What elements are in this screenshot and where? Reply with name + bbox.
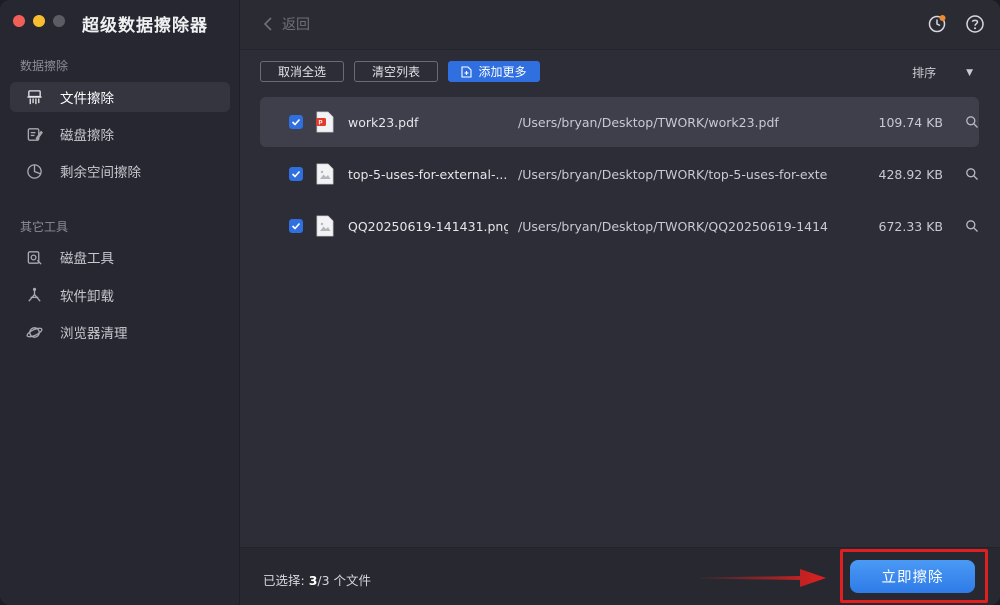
pdf-file-icon: P xyxy=(316,111,334,133)
check-icon xyxy=(291,222,301,230)
image-file-icon xyxy=(316,163,334,185)
app-window: 超级数据擦除器 数据擦除 文件擦除 磁盘擦除 剩余空间擦除 其它工具 磁盘工具 … xyxy=(0,0,1000,605)
file-checkbox[interactable] xyxy=(289,167,303,181)
sidebar: 超级数据擦除器 数据擦除 文件擦除 磁盘擦除 剩余空间擦除 其它工具 磁盘工具 … xyxy=(0,0,240,605)
check-icon xyxy=(291,118,301,126)
sidebar-item-browser-clean[interactable]: 浏览器清理 xyxy=(10,317,230,347)
sidebar-item-disk-tools[interactable]: 磁盘工具 xyxy=(10,242,230,272)
file-checkbox[interactable] xyxy=(289,115,303,129)
help-icon[interactable] xyxy=(965,14,985,34)
main-panel: 返回 取消全选 清空列表 添加更多 排序 ▼ P work23.pdf /Use… xyxy=(240,0,1000,605)
erase-now-button[interactable]: 立即擦除 xyxy=(850,560,975,593)
file-name: work23.pdf xyxy=(348,114,419,130)
search-icon[interactable] xyxy=(965,219,979,233)
top-bar: 返回 xyxy=(240,0,1000,50)
sidebar-item-label: 磁盘工具 xyxy=(60,251,114,267)
back-button[interactable]: 返回 xyxy=(262,14,310,34)
window-controls xyxy=(13,15,65,27)
sidebar-item-uninstall[interactable]: 软件卸载 xyxy=(10,280,230,310)
selection-status: 已选择: 3/3 个文件 xyxy=(263,570,371,589)
add-more-label: 添加更多 xyxy=(478,65,527,79)
sort-label: 排序 xyxy=(912,66,937,80)
file-path: /Users/bryan/Desktop/TWORK/work23.pdf xyxy=(518,114,779,130)
annotation-arrow-icon xyxy=(700,569,826,587)
close-window-button[interactable] xyxy=(13,15,25,27)
app-title: 超级数据擦除器 xyxy=(82,16,208,36)
file-size: 109.74 KB xyxy=(878,114,943,130)
caret-down-icon: ▼ xyxy=(966,67,973,78)
zoom-window-button[interactable] xyxy=(53,15,65,27)
check-icon xyxy=(291,170,301,178)
file-path: /Users/bryan/Desktop/TWORK/top-5-uses-fo… xyxy=(518,166,828,182)
sidebar-item-label: 剩余空间擦除 xyxy=(60,165,141,181)
file-name: QQ20250619-141431.png xyxy=(348,218,508,234)
sidebar-item-label: 软件卸载 xyxy=(60,289,114,305)
file-name: top-5-uses-for-external-... xyxy=(348,166,508,182)
deselect-all-button[interactable]: 取消全选 xyxy=(260,61,344,82)
sidebar-item-label: 文件擦除 xyxy=(60,91,114,107)
search-icon[interactable] xyxy=(965,115,979,129)
file-path: /Users/bryan/Desktop/TWORK/QQ20250619-14… xyxy=(518,218,828,234)
disk-erase-icon xyxy=(24,124,44,144)
chevron-left-icon xyxy=(263,17,272,31)
file-size: 672.33 KB xyxy=(878,218,943,234)
disk-tool-icon xyxy=(24,247,44,267)
clock-notification-icon[interactable] xyxy=(927,14,947,34)
add-file-icon xyxy=(461,65,473,78)
shredder-icon xyxy=(24,87,44,107)
image-file-icon xyxy=(316,215,334,237)
sort-dropdown[interactable]: 排序 ▼ xyxy=(912,64,973,81)
selection-total: /3 个文件 xyxy=(317,573,372,588)
back-label: 返回 xyxy=(282,17,310,33)
add-more-button[interactable]: 添加更多 xyxy=(448,61,540,82)
pie-chart-icon xyxy=(24,161,44,181)
sidebar-item-free-space-erase[interactable]: 剩余空间擦除 xyxy=(10,156,230,186)
minimize-window-button[interactable] xyxy=(33,15,45,27)
file-row[interactable]: P work23.pdf /Users/bryan/Desktop/TWORK/… xyxy=(260,97,979,147)
svg-text:P: P xyxy=(319,121,323,127)
section-label-other-tools: 其它工具 xyxy=(20,220,69,234)
clear-list-button[interactable]: 清空列表 xyxy=(354,61,438,82)
section-label-data-erase: 数据擦除 xyxy=(20,59,69,73)
sidebar-item-label: 磁盘擦除 xyxy=(60,128,114,144)
sidebar-item-label: 浏览器清理 xyxy=(60,326,128,342)
sidebar-item-file-erase[interactable]: 文件擦除 xyxy=(10,82,230,112)
planet-icon xyxy=(24,322,44,342)
search-icon[interactable] xyxy=(965,167,979,181)
file-row[interactable]: top-5-uses-for-external-... /Users/bryan… xyxy=(260,149,979,199)
selection-prefix: 已选择: xyxy=(263,573,309,588)
file-size: 428.92 KB xyxy=(878,166,943,182)
bottom-bar: 已选择: 3/3 个文件 立即擦除 xyxy=(240,547,1000,605)
file-row[interactable]: QQ20250619-141431.png /Users/bryan/Deskt… xyxy=(260,201,979,251)
file-checkbox[interactable] xyxy=(289,219,303,233)
sidebar-item-disk-erase[interactable]: 磁盘擦除 xyxy=(10,119,230,149)
uninstall-icon xyxy=(24,285,44,305)
